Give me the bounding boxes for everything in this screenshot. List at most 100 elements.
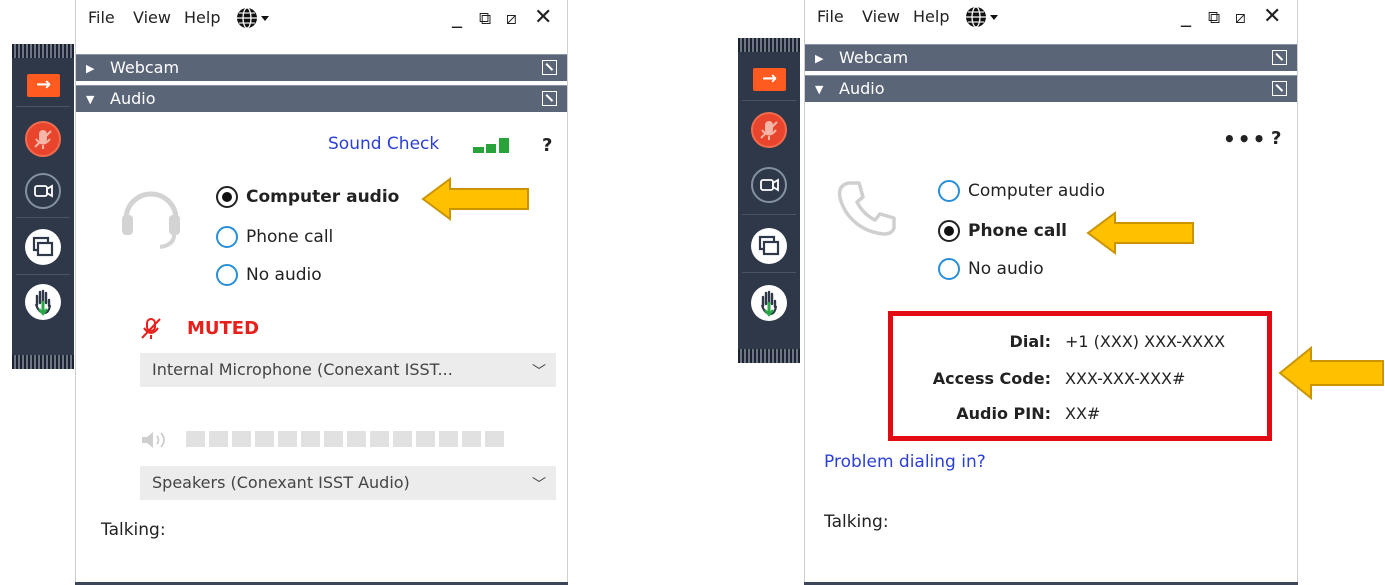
video-camera-icon (34, 184, 53, 198)
signal-strength-icon (473, 135, 517, 159)
no-audio-label: No audio (968, 259, 1044, 279)
menu-view[interactable]: View (133, 8, 171, 27)
raise-hand-icon (760, 290, 778, 317)
computer-audio-option[interactable]: Computer audio (216, 186, 399, 208)
computer-audio-label: Computer audio (968, 181, 1106, 201)
menu-file[interactable]: File (88, 8, 115, 27)
control-sidebar: → (738, 38, 800, 363)
left-panel: → File View Help _ ⧉ ⧄ ✕ ▶ Webcam ▼ Audi… (0, 0, 600, 585)
chevron-down-icon: ﹀ (532, 477, 546, 493)
phone-call-radio[interactable] (216, 226, 238, 248)
sound-check-link[interactable]: Sound Check (328, 134, 439, 154)
screen-share-button[interactable] (751, 228, 787, 264)
raise-hand-button[interactable] (25, 284, 61, 320)
collapse-arrow-button[interactable]: → (27, 74, 60, 97)
muted-status: MUTED (187, 318, 260, 339)
gotomeeting-window: File View Help _ ⧉ ⧄ ✕ ▶ Webcam ▼ Audio … (804, 0, 1298, 585)
chevron-down-icon: ﹀ (532, 364, 546, 380)
phone-call-option[interactable]: Phone call (216, 226, 333, 248)
collapse-arrow-button[interactable]: → (753, 68, 786, 91)
mute-button[interactable] (751, 112, 787, 148)
microphone-selected-value: Internal Microphone (Conexant ISST... (152, 360, 453, 379)
computer-audio-radio[interactable] (216, 186, 238, 208)
drag-grip-top[interactable] (738, 38, 800, 52)
computer-audio-radio[interactable] (938, 180, 960, 202)
audio-section-header[interactable]: ▼ Audio (805, 75, 1297, 102)
help-question-icon[interactable]: ? (1271, 128, 1281, 149)
phone-handset-icon (835, 175, 905, 249)
close-icon[interactable]: ✕ (1263, 4, 1281, 29)
screen-share-button[interactable] (25, 229, 61, 265)
mini-view-icon[interactable]: ⧉ (479, 9, 491, 29)
talking-label: Talking: (101, 520, 166, 540)
access-code-label: Access Code: (932, 369, 1051, 388)
microphone-dropdown[interactable]: Internal Microphone (Conexant ISST... ﹀ (140, 353, 556, 387)
webcam-popout-icon[interactable] (542, 60, 557, 75)
audio-pin-value: XX# (1065, 404, 1101, 423)
menu-file[interactable]: File (817, 7, 844, 26)
audio-pin-label: Audio PIN: (956, 404, 1051, 423)
video-camera-icon (760, 178, 779, 192)
webcam-popout-icon[interactable] (1272, 50, 1287, 65)
drag-grip-bottom[interactable] (738, 349, 800, 363)
talking-label: Talking: (824, 512, 889, 532)
no-audio-radio[interactable] (938, 258, 960, 280)
mute-button[interactable] (25, 121, 61, 157)
no-audio-option[interactable]: No audio (216, 264, 322, 286)
more-options-icon[interactable]: ••• (1223, 127, 1267, 151)
close-icon[interactable]: ✕ (534, 5, 552, 30)
audio-section-label: Audio (839, 79, 885, 98)
menu-bar: File View Help _ ⧉ ⧄ ✕ (805, 0, 1297, 34)
annotation-arrow-left-icon (421, 177, 529, 221)
collapse-triangle-icon: ▼ (86, 93, 95, 106)
audio-popout-icon[interactable] (1272, 81, 1287, 96)
raise-hand-icon (34, 289, 52, 316)
annotation-arrow-dial-icon (1278, 345, 1384, 401)
audio-popout-icon[interactable] (542, 91, 557, 106)
problem-dialing-link[interactable]: Problem dialing in? (824, 452, 986, 472)
pop-out-icon[interactable]: ⧄ (506, 9, 517, 29)
phone-call-label: Phone call (968, 221, 1067, 241)
dial-in-info-box: Dial: +1 (XXX) XXX-XXXX Access Code: XXX… (888, 311, 1272, 441)
drag-grip-bottom[interactable] (12, 355, 74, 369)
speaker-level-meter (186, 431, 504, 447)
screen-share-icon (32, 236, 54, 257)
language-globe-icon[interactable] (965, 6, 1005, 32)
menu-bar: File View Help _ ⧉ ⧄ ✕ (76, 0, 567, 34)
no-audio-radio[interactable] (216, 264, 238, 286)
phone-call-label: Phone call (246, 227, 334, 247)
pop-out-icon[interactable]: ⧄ (1235, 8, 1246, 28)
no-audio-option[interactable]: No audio (938, 258, 1044, 280)
menu-help[interactable]: Help (913, 7, 949, 26)
language-globe-icon[interactable] (236, 7, 276, 33)
webcam-section-header[interactable]: ▶ Webcam (805, 44, 1297, 71)
audio-section-header[interactable]: ▼ Audio (76, 85, 567, 112)
no-audio-label: No audio (246, 265, 322, 285)
minimize-icon[interactable]: _ (452, 4, 462, 28)
gotomeeting-window: File View Help _ ⧉ ⧄ ✕ ▶ Webcam ▼ Audio … (75, 0, 568, 585)
computer-audio-option[interactable]: Computer audio (938, 180, 1105, 202)
phone-call-option[interactable]: Phone call (938, 220, 1067, 242)
raise-hand-button[interactable] (751, 285, 787, 321)
minimize-icon[interactable]: _ (1181, 3, 1191, 27)
expand-triangle-icon: ▶ (86, 62, 95, 75)
webcam-button[interactable] (25, 173, 61, 209)
menu-help[interactable]: Help (184, 8, 220, 27)
mini-view-icon[interactable]: ⧉ (1208, 8, 1220, 28)
dial-number: +1 (XXX) XXX-XXXX (1065, 332, 1226, 351)
webcam-button[interactable] (751, 167, 787, 203)
drag-grip-top[interactable] (12, 44, 74, 58)
menu-view[interactable]: View (862, 7, 900, 26)
speakers-dropdown[interactable]: Speakers (Conexant ISST Audio) ﹀ (140, 466, 556, 500)
phone-call-radio[interactable] (938, 220, 960, 242)
dial-label: Dial: (1009, 332, 1051, 351)
speaker-volume-icon (140, 430, 174, 454)
audio-section-label: Audio (110, 89, 156, 108)
webcam-section-label: Webcam (110, 58, 180, 77)
microphone-muted-icon (760, 121, 778, 140)
webcam-section-header[interactable]: ▶ Webcam (76, 54, 567, 81)
computer-audio-label: Computer audio (246, 187, 400, 207)
microphone-muted-icon[interactable] (138, 316, 164, 346)
headset-icon (116, 183, 186, 257)
help-question-icon[interactable]: ? (542, 135, 552, 156)
